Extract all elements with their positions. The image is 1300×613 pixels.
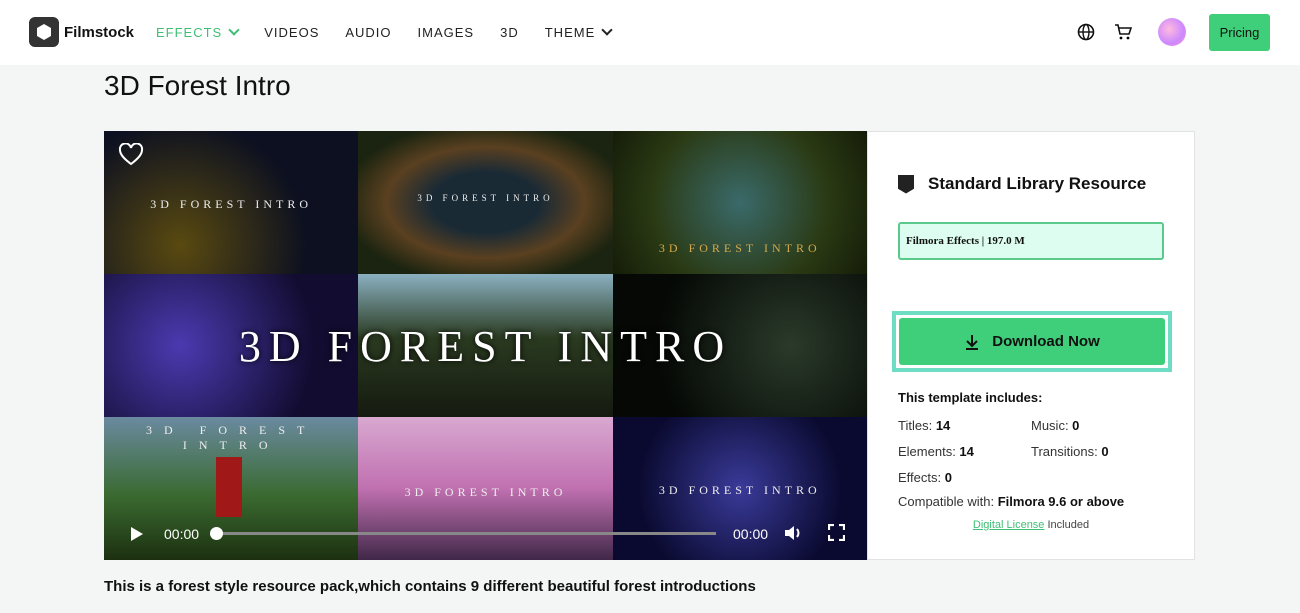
menu-theme[interactable]: THEME (545, 24, 613, 40)
include-effects: Effects: 0 (898, 470, 952, 485)
volume-icon[interactable] (784, 524, 804, 542)
download-now-button[interactable]: Download Now (899, 318, 1165, 365)
progress-handle[interactable] (210, 527, 223, 540)
file-info: Filmora Effects | 197.0 M (898, 222, 1164, 260)
chevron-down-icon (228, 24, 240, 36)
heart-icon[interactable] (118, 143, 144, 167)
include-elements: Elements: 14 (898, 444, 974, 459)
play-icon[interactable] (130, 526, 144, 542)
globe-icon[interactable] (1077, 23, 1095, 41)
cart-icon[interactable] (1114, 23, 1132, 41)
fullscreen-icon[interactable] (828, 524, 845, 541)
menu-effects[interactable]: EFFECTS (156, 24, 240, 40)
video-controls: 00:00 00:00 (104, 510, 867, 560)
license-info: Digital License Included (972, 519, 1090, 531)
menu-3d[interactable]: 3D (500, 25, 519, 40)
user-avatar[interactable] (1158, 18, 1186, 46)
includes-heading: This template includes: (898, 390, 1043, 405)
menu-images[interactable]: IMAGES (418, 25, 475, 40)
filmstock-logo[interactable] (29, 17, 59, 47)
pricing-button[interactable]: Pricing (1209, 14, 1270, 51)
include-transitions: Transitions: 0 (1031, 444, 1109, 459)
description: This is a forest style resource pack,whi… (104, 578, 756, 595)
include-music: Music: 0 (1031, 418, 1080, 433)
resource-type: Standard Library Resource (898, 174, 1146, 194)
main-menu: EFFECTS VIDEOS AUDIO IMAGES 3D THEME (156, 24, 613, 40)
duration: 00:00 (733, 526, 769, 542)
page-title: 3D Forest Intro (104, 70, 291, 101)
download-icon (966, 334, 979, 350)
compatibility: Compatible with: Filmora 9.6 or above (898, 494, 1125, 509)
current-time: 00:00 (164, 526, 200, 542)
progress-bar[interactable] (216, 532, 716, 535)
digital-license-link[interactable]: Digital License (973, 519, 1045, 531)
resource-panel: Standard Library Resource Filmora Effect… (867, 131, 1195, 560)
download-focus-ring: Download Now (892, 311, 1172, 372)
include-titles: Titles: 14 (898, 418, 951, 433)
phone-booth (216, 457, 242, 517)
menu-videos[interactable]: VIDEOS (264, 25, 319, 40)
brand-name[interactable]: Filmstock (64, 24, 134, 41)
video-overlay-title: 3D FOREST INTRO (238, 322, 733, 371)
chevron-down-icon (601, 24, 613, 36)
library-shield-icon (898, 174, 914, 194)
thumbnail: 3D FOREST INTRO (358, 131, 613, 274)
menu-audio[interactable]: AUDIO (345, 25, 391, 40)
video-player[interactable]: 3D FOREST INTRO 3D FOREST INTRO 3D FORES… (104, 131, 867, 560)
thumbnail: 3D FOREST INTRO (612, 131, 867, 274)
top-nav: Filmstock EFFECTS VIDEOS AUDIO IMAGES 3D… (0, 0, 1300, 65)
